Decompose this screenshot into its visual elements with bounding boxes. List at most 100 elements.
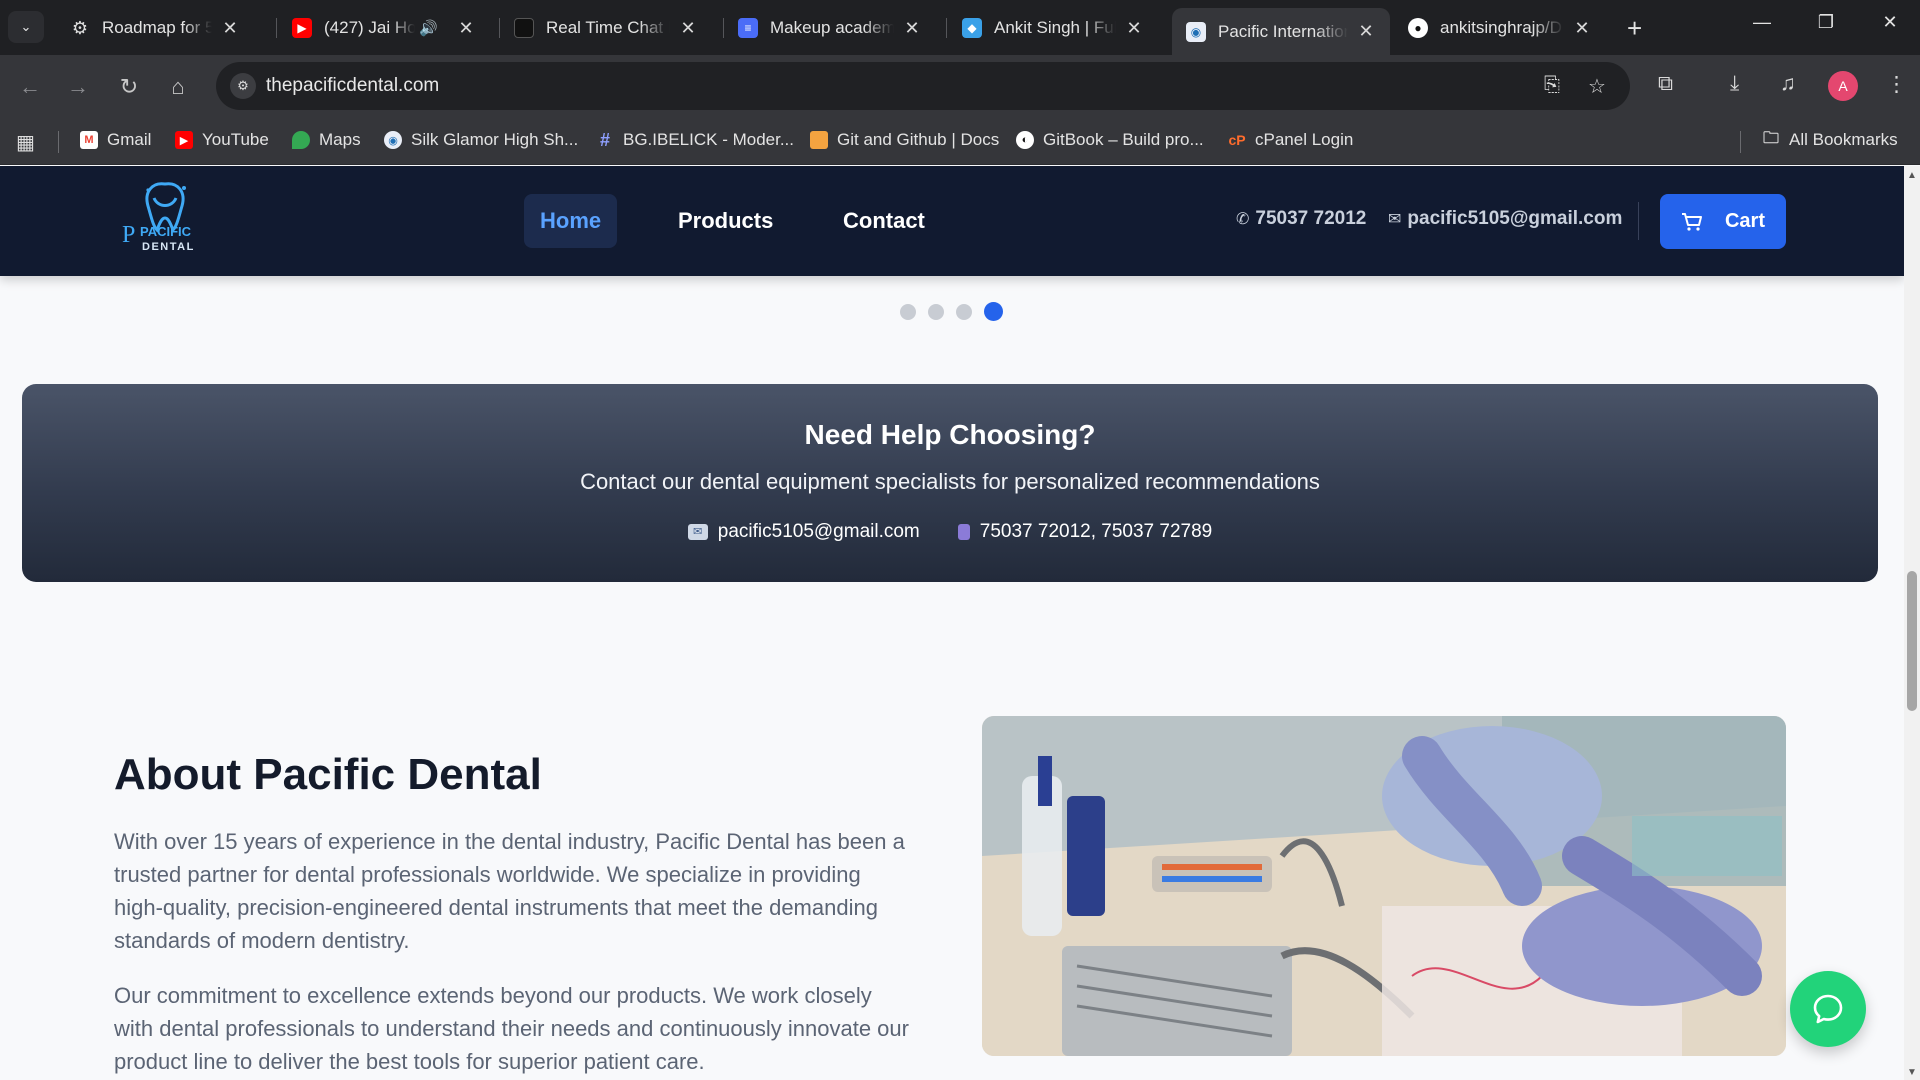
- browser-tab[interactable]: ⚙ Roadmap for 50 I ✕: [56, 8, 254, 48]
- home-icon[interactable]: ⌂: [160, 69, 196, 105]
- site-icon: ◉: [384, 131, 402, 149]
- mail-icon: ✉: [1388, 211, 1402, 228]
- bookmark-youtube[interactable]: ▶ YouTube: [175, 130, 269, 150]
- web-page: P PACIFIC DENTAL Home Products Contact ✆…: [0, 166, 1904, 1080]
- help-subtitle: Contact our dental equipment specialists…: [580, 469, 1320, 494]
- browser-tab[interactable]: ≡ Makeup academy ✕: [724, 8, 936, 48]
- cart-button[interactable]: Cart: [1660, 194, 1786, 249]
- maps-pin-icon: [292, 131, 310, 149]
- bookmark-label: Git and Github | Docs: [837, 130, 1000, 149]
- site-info-icon[interactable]: ⚙: [230, 73, 256, 99]
- help-email[interactable]: ✉ pacific5105@gmail.com: [687, 521, 920, 543]
- close-tab-icon[interactable]: ✕: [220, 18, 240, 39]
- logo-text-dental: DENTAL: [142, 241, 195, 253]
- help-contacts: ✉ pacific5105@gmail.com 75037 72012, 750…: [22, 521, 1878, 543]
- nav-products[interactable]: Products: [662, 194, 789, 248]
- translate-icon[interactable]: ⎘: [1544, 74, 1560, 97]
- browser-tab[interactable]: ◆ Ankit Singh | Full ✕: [948, 8, 1158, 48]
- nav-contact[interactable]: Contact: [827, 194, 941, 248]
- browser-toolbar: ← → ↻ ⌂ ⚙ thepacificdental.com ⎘ ☆ ⧉ ⤓ ♫…: [0, 55, 1920, 119]
- restore-icon[interactable]: ❐: [1806, 12, 1846, 33]
- all-bookmarks[interactable]: 🗀 All Bookmarks: [1762, 130, 1898, 150]
- apps-icon[interactable]: ▦: [16, 130, 35, 155]
- bookmark-cpanel[interactable]: cP cPanel Login: [1228, 130, 1353, 150]
- extensions-icon[interactable]: ⧉: [1658, 72, 1673, 96]
- site-icon: [514, 18, 534, 38]
- speaker-icon[interactable]: 🔊: [419, 19, 438, 37]
- cpanel-icon: cP: [1228, 132, 1246, 148]
- bookmark-label: Silk Glamor High Sh...: [411, 130, 579, 149]
- nav-home[interactable]: Home: [524, 194, 618, 248]
- bookmark-label: YouTube: [202, 130, 269, 149]
- close-tab-icon[interactable]: ✕: [902, 18, 922, 39]
- close-window-icon[interactable]: ✕: [1870, 12, 1910, 33]
- media-control-icon[interactable]: ♫: [1780, 72, 1796, 96]
- pacific-dental-logo[interactable]: P PACIFIC DENTAL: [122, 178, 208, 262]
- browser-tab[interactable]: ● ankitsinghrajp/D ✕: [1394, 8, 1606, 48]
- browser-tab[interactable]: Real Time Chat Pl ✕: [500, 8, 712, 48]
- menu-icon[interactable]: ⋮: [1886, 72, 1907, 97]
- email-icon: ✉: [687, 524, 708, 540]
- new-tab-icon[interactable]: +: [1627, 13, 1642, 44]
- git-docs-icon: [810, 131, 828, 149]
- about-line: standards of modern dentistry.: [114, 928, 410, 953]
- scroll-up-icon[interactable]: ▲: [1907, 170, 1917, 181]
- folder-icon: 🗀: [1762, 129, 1779, 147]
- forms-icon: ≡: [738, 18, 758, 38]
- close-tab-icon[interactable]: ✕: [1356, 21, 1376, 42]
- tab-title: ankitsinghrajp/D: [1440, 18, 1562, 37]
- portfolio-icon: ◆: [962, 18, 982, 38]
- browser-tab-active[interactable]: ◉ Pacific Internation ✕: [1172, 8, 1390, 55]
- header-email-text: pacific5105@gmail.com: [1407, 208, 1623, 229]
- page-scrollbar[interactable]: ▲ ▼: [1904, 166, 1920, 1080]
- tab-search-button[interactable]: ⌄: [8, 11, 44, 43]
- close-tab-icon[interactable]: ✕: [678, 18, 698, 39]
- about-line: high-quality, precision-engineered denta…: [114, 895, 878, 920]
- chat-button[interactable]: [1790, 971, 1866, 1047]
- chevron-down-icon: ⌄: [20, 19, 32, 34]
- close-tab-icon[interactable]: ✕: [456, 18, 476, 39]
- forward-icon[interactable]: →: [60, 69, 96, 105]
- bookmark-gitbook[interactable]: ◐ GitBook – Build pro...: [1016, 130, 1204, 150]
- tooth-icon: ◉: [1186, 21, 1206, 42]
- address-bar[interactable]: ⚙ thepacificdental.com ⎘ ☆: [216, 62, 1630, 110]
- back-icon[interactable]: ←: [12, 69, 48, 105]
- close-tab-icon[interactable]: ✕: [1124, 18, 1144, 39]
- bookmark-bg-ibelick[interactable]: # BG.IBELICK - Moder...: [596, 130, 794, 150]
- bookmark-git-github[interactable]: Git and Github | Docs: [810, 130, 999, 150]
- header-email[interactable]: ✉ pacific5105@gmail.com: [1388, 208, 1622, 230]
- help-email-text: pacific5105@gmail.com: [717, 521, 920, 542]
- about-section: About Pacific Dental With over 15 years …: [0, 646, 1904, 1080]
- chat-bubble-icon: [1813, 994, 1843, 1024]
- minimize-icon[interactable]: —: [1742, 12, 1782, 33]
- bookmark-label: Gmail: [107, 130, 152, 149]
- about-paragraph-2: Our commitment to excellence extends bey…: [114, 979, 914, 1078]
- url-text[interactable]: thepacificdental.com: [266, 75, 439, 97]
- help-phones[interactable]: 75037 72012, 75037 72789: [957, 521, 1212, 543]
- browser-tab[interactable]: ▶ (427) Jai Ho S 🔊 ✕: [278, 8, 490, 48]
- tab-title: Makeup academy: [770, 18, 894, 37]
- close-tab-icon[interactable]: ✕: [1572, 18, 1592, 39]
- bookmark-label: All Bookmarks: [1789, 130, 1898, 149]
- download-icon[interactable]: ⤓: [1730, 72, 1739, 96]
- about-line: Our commitment to excellence extends bey…: [114, 983, 872, 1008]
- cart-label: Cart: [1724, 210, 1765, 232]
- phone-icon: [957, 524, 970, 540]
- profile-avatar[interactable]: A: [1828, 71, 1858, 101]
- about-paragraph-1: With over 15 years of experience in the …: [114, 825, 914, 957]
- scroll-thumb[interactable]: [1907, 571, 1917, 711]
- bookmark-maps[interactable]: Maps: [292, 130, 361, 150]
- phone-icon: ✆: [1236, 211, 1250, 228]
- bookmark-label: Maps: [319, 130, 361, 149]
- about-line: with dental professionals to understand …: [114, 1016, 909, 1041]
- bookmark-gmail[interactable]: M Gmail: [80, 130, 151, 150]
- reload-icon[interactable]: ↻: [111, 69, 147, 105]
- tab-title: (427) Jai Ho S: [324, 18, 416, 37]
- bookmark-silk-glamor[interactable]: ◉ Silk Glamor High Sh...: [384, 130, 578, 150]
- about-line: product line to deliver the best tools f…: [114, 1049, 705, 1074]
- scroll-down-icon[interactable]: ▼: [1907, 1067, 1917, 1078]
- youtube-icon: ▶: [292, 18, 312, 38]
- star-icon[interactable]: ☆: [1588, 74, 1606, 99]
- about-line: With over 15 years of experience in the …: [114, 829, 905, 854]
- header-phone[interactable]: ✆ 75037 72012: [1236, 208, 1366, 230]
